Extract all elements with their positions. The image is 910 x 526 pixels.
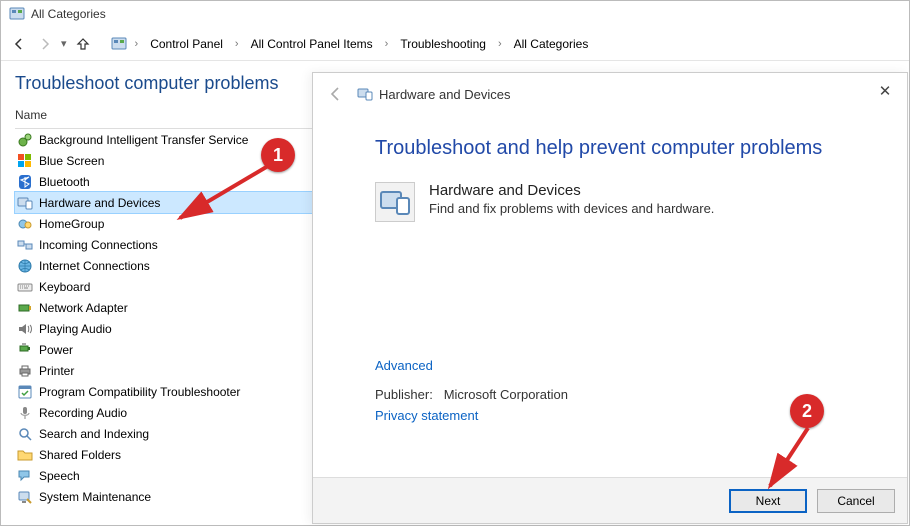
recent-locations-chevron[interactable]: ▾	[61, 37, 67, 50]
wizard-close-button[interactable]: ✕	[869, 79, 901, 103]
cancel-button[interactable]: Cancel	[817, 489, 895, 513]
wizard-item-description: Find and fix problems with devices and h…	[429, 201, 714, 216]
window-titlebar: All Categories	[1, 1, 909, 27]
list-item-label: Blue Screen	[39, 154, 104, 168]
list-item-label: Shared Folders	[39, 448, 121, 462]
mic-icon	[17, 405, 33, 421]
list-item-label: Power	[39, 343, 73, 357]
compat-icon	[17, 384, 33, 400]
address-bar: ▾ › Control Panel › All Control Panel It…	[1, 27, 909, 61]
wizard-title-icon	[357, 86, 373, 102]
breadcrumb-item[interactable]: All Categories	[510, 35, 593, 53]
search-icon	[17, 426, 33, 442]
annotation-step-2-badge: 2	[790, 394, 824, 428]
flag-icon	[17, 153, 33, 169]
publisher-line: Publisher: Microsoft Corporation	[375, 387, 568, 402]
list-item-label: Keyboard	[39, 280, 90, 294]
globe-icon	[17, 258, 33, 274]
list-item-label: Bluetooth	[39, 175, 90, 189]
wizard-heading: Troubleshoot and help prevent computer p…	[375, 137, 871, 160]
list-item-label: Internet Connections	[39, 259, 150, 273]
annotation-step-2-number: 2	[802, 401, 812, 422]
breadcrumb-item[interactable]: Control Panel	[146, 35, 227, 53]
wizard-selected-troubleshooter: Hardware and Devices Find and fix proble…	[375, 182, 871, 222]
list-item-label: Playing Audio	[39, 322, 112, 336]
keyboard-icon	[17, 279, 33, 295]
speech-icon	[17, 468, 33, 484]
breadcrumb-sep: ›	[133, 38, 141, 50]
publisher-value: Microsoft Corporation	[444, 387, 568, 402]
wizard-body: Troubleshoot and help prevent computer p…	[313, 115, 907, 222]
adapter-icon	[17, 300, 33, 316]
folder-icon	[17, 447, 33, 463]
nav-forward-button[interactable]	[35, 34, 55, 54]
list-item-label: Recording Audio	[39, 406, 127, 420]
publisher-label: Publisher:	[375, 387, 433, 402]
wizard-footer: Next Cancel	[313, 477, 907, 523]
bluetooth-icon	[17, 174, 33, 190]
privacy-link[interactable]: Privacy statement	[375, 408, 568, 423]
list-item-label: Network Adapter	[39, 301, 128, 315]
power-icon	[17, 342, 33, 358]
control-panel-icon	[9, 6, 25, 22]
breadcrumb-item[interactable]: All Control Panel Items	[247, 35, 377, 53]
annotation-step-1-badge: 1	[261, 138, 295, 172]
window-title: All Categories	[31, 7, 106, 21]
speaker-icon	[17, 321, 33, 337]
wizard-title-text: Hardware and Devices	[379, 87, 511, 102]
nav-up-button[interactable]	[73, 34, 93, 54]
annotation-step-1-number: 1	[273, 145, 283, 166]
breadcrumb-sep: ›	[383, 38, 391, 50]
next-button[interactable]: Next	[729, 489, 807, 513]
breadcrumb-sep: ›	[233, 38, 241, 50]
list-item-label: Search and Indexing	[39, 427, 149, 441]
list-item-label: Speech	[39, 469, 80, 483]
gears-icon	[17, 132, 33, 148]
list-item-label: Hardware and Devices	[39, 196, 160, 210]
wizard-item-title: Hardware and Devices	[429, 182, 714, 199]
wizard-back-button[interactable]	[325, 83, 347, 105]
breadcrumb-sep: ›	[496, 38, 504, 50]
advanced-link[interactable]: Advanced	[375, 358, 568, 373]
breadcrumb-item[interactable]: Troubleshooting	[396, 35, 490, 53]
device-icon	[17, 195, 33, 211]
homegroup-icon	[17, 216, 33, 232]
wizard-titlebar: Hardware and Devices ✕	[313, 73, 907, 115]
list-item-label: Program Compatibility Troubleshooter	[39, 385, 240, 399]
hardware-devices-icon	[375, 182, 415, 222]
list-item-label: HomeGroup	[39, 217, 104, 231]
nav-back-button[interactable]	[9, 34, 29, 54]
list-item-label: Incoming Connections	[39, 238, 158, 252]
list-item-label: Background Intelligent Transfer Service	[39, 133, 248, 147]
list-item-label: Printer	[39, 364, 74, 378]
printer-icon	[17, 363, 33, 379]
maint-icon	[17, 489, 33, 505]
breadcrumb-root-icon[interactable]	[111, 36, 127, 52]
netin-icon	[17, 237, 33, 253]
list-item-label: System Maintenance	[39, 490, 151, 504]
troubleshooter-wizard-dialog: Hardware and Devices ✕ Troubleshoot and …	[312, 72, 908, 524]
